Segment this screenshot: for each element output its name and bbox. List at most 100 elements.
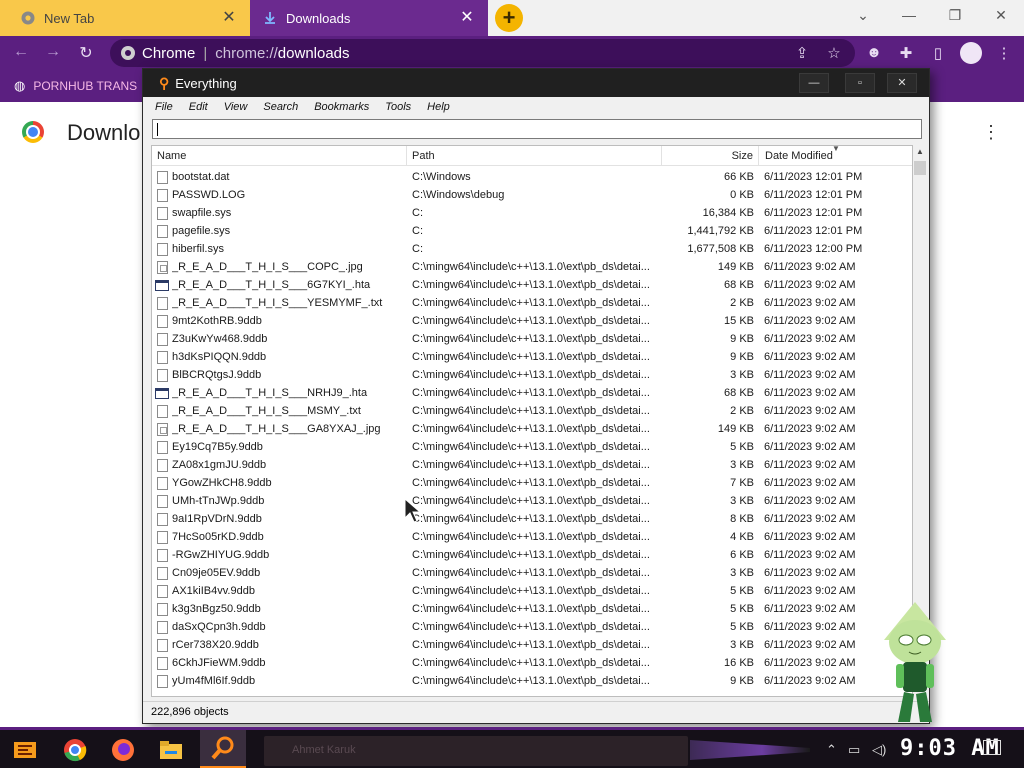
menu-icon[interactable]: ⋮ [994, 44, 1014, 62]
results-list[interactable]: Name Path Size Date Modified ▼ bootstat.… [151, 145, 913, 697]
file-name: _R_E_A_D___T_H_I_S___COPC_.jpg [172, 261, 363, 273]
file-icon [157, 243, 168, 256]
table-row[interactable]: daSxQCpn3h.9ddb C:\mingw64\include\c++\13… [152, 618, 912, 636]
tray-chevron-icon[interactable]: ⌃ [826, 742, 837, 758]
table-row[interactable]: PASSWD.LOG C:\Windows\debug 0 KB 6/11/2023 … [152, 186, 912, 204]
table-row[interactable]: 9aI1RpVDrN.9ddb C:\mingw64\include\c++\13… [152, 510, 912, 528]
file-path: C: [412, 207, 423, 219]
column-path[interactable]: Path [407, 146, 662, 166]
table-row[interactable]: _R_E_A_D___T_H_I_S___NRHJ9_.hta C:\mingw6… [152, 384, 912, 402]
minimize-icon[interactable]: — [886, 0, 932, 30]
table-row[interactable]: _R_E_A_D___T_H_I_S___YESMYMF_.txt C:\ming… [152, 294, 912, 312]
file-name: _R_E_A_D___T_H_I_S___6G7KYI_.hta [172, 279, 371, 291]
maximize-icon[interactable]: ▫ [845, 73, 875, 93]
menu-help[interactable]: Help [427, 101, 450, 113]
file-name: h3dKsPIQQN.9ddb [172, 351, 267, 363]
table-row[interactable]: _R_E_A_D___T_H_I_S___GA8YXAJ_.jpg C:\ming… [152, 420, 912, 438]
table-row[interactable]: _R_E_A_D___T_H_I_S___6G7KYI_.hta C:\mingw… [152, 276, 912, 294]
table-row[interactable]: ZA08x1gmJU.9ddb C:\mingw64\include\c++\13… [152, 456, 912, 474]
extension-avatar-icon[interactable]: ☻ [864, 44, 884, 61]
address-bar[interactable]: Chrome | chrome://downloads [110, 39, 855, 67]
window-title-bar[interactable]: ⚲ Everything — ▫ ✕ [143, 69, 929, 97]
close-icon[interactable]: ✕ [458, 9, 476, 27]
profile-avatar[interactable] [960, 42, 982, 64]
everything-taskbar-icon[interactable] [200, 730, 246, 768]
menu-search[interactable]: Search [263, 101, 298, 113]
table-row[interactable]: k3g3nBgz50.9ddb C:\mingw64\include\c++\13… [152, 600, 912, 618]
table-row[interactable]: YGowZHkCH8.9ddb C:\mingw64\include\c++\13… [152, 474, 912, 492]
new-tab-button[interactable]: + [495, 4, 523, 32]
start-menu-icon[interactable] [10, 736, 40, 764]
reload-icon[interactable]: ↻ [75, 43, 97, 63]
forward-icon[interactable]: → [42, 43, 64, 61]
file-path: C:\Windows [412, 171, 471, 183]
volume-icon[interactable]: ◁) [872, 742, 886, 758]
table-row[interactable]: -RGwZHIYUG.9ddb C:\mingw64\include\c++\13… [152, 546, 912, 564]
table-row[interactable]: hiberfil.sys C: 1,677,508 KB 6/11/2023 12:0… [152, 240, 912, 258]
bookmark-item[interactable]: ◍ PORNHUB TRANS [14, 78, 137, 94]
scroll-up-icon[interactable]: ▲ [913, 145, 927, 159]
menu-edit[interactable]: Edit [189, 101, 208, 113]
tab-new-tab[interactable]: New Tab ✕ [0, 0, 250, 36]
file-path: C:\mingw64\include\c++\13.1.0\ext\pb_ds\… [412, 531, 650, 543]
bookmark-star-icon[interactable]: ☆ [824, 44, 844, 62]
menu-bookmarks[interactable]: Bookmarks [314, 101, 369, 113]
network-icon[interactable]: ▭ [848, 742, 860, 758]
table-row[interactable]: Z3uKwYw468.9ddb C:\mingw64\include\c++\13… [152, 330, 912, 348]
menu-tools[interactable]: Tools [385, 101, 411, 113]
column-size[interactable]: Size [662, 146, 759, 166]
table-row[interactable]: swapfile.sys C: 16,384 KB 6/11/2023 12:01 P… [152, 204, 912, 222]
side-panel-icon[interactable]: ▯ [928, 44, 948, 62]
chrome-tab-icon [20, 10, 36, 26]
file-name: bootstat.dat [172, 171, 230, 183]
scroll-thumb[interactable] [914, 161, 926, 175]
share-icon[interactable]: ⇪ [792, 44, 812, 62]
file-name: 9mt2KothRB.9ddb [172, 315, 262, 327]
table-row[interactable]: Ey19Cq7B5y.9ddb C:\mingw64\include\c++\13… [152, 438, 912, 456]
close-icon[interactable]: ✕ [220, 9, 238, 27]
tab-downloads[interactable]: Downloads ✕ [250, 0, 488, 36]
table-row[interactable]: _R_E_A_D___T_H_I_S___MSMY_.txt C:\mingw64… [152, 402, 912, 420]
file-explorer-icon[interactable] [156, 736, 186, 764]
firefox-icon[interactable] [108, 736, 138, 764]
table-row[interactable]: AX1kiIB4vv.9ddb C:\mingw64\include\c++\13… [152, 582, 912, 600]
more-options-icon[interactable]: ⋮ [982, 122, 1000, 143]
search-input[interactable] [152, 119, 922, 139]
minimize-icon[interactable]: — [799, 73, 829, 93]
file-path: C:\mingw64\include\c++\13.1.0\ext\pb_ds\… [412, 279, 650, 291]
menu-file[interactable]: File [155, 101, 173, 113]
tab-search-icon[interactable]: ⌄ [840, 0, 886, 30]
table-row[interactable]: 7HcSo05rKD.9ddb C:\mingw64\include\c++\13… [152, 528, 912, 546]
table-row[interactable]: _R_E_A_D___T_H_I_S___COPC_.jpg C:\mingw64… [152, 258, 912, 276]
back-icon[interactable]: ← [10, 43, 32, 61]
table-row[interactable]: bootstat.dat C:\Windows 66 KB 6/11/2023 12:… [152, 168, 912, 186]
table-row[interactable]: pagefile.sys C: 1,441,792 KB 6/11/2023 12:0… [152, 222, 912, 240]
restore-icon[interactable]: ❐ [932, 0, 978, 30]
file-size: 15 KB [724, 315, 754, 327]
close-window-icon[interactable]: ✕ [978, 0, 1024, 30]
table-row[interactable]: Cn09je05EV.9ddb C:\mingw64\include\c++\13… [152, 564, 912, 582]
file-icon [157, 603, 168, 616]
column-name[interactable]: Name [152, 146, 407, 166]
file-date-modified: 6/11/2023 9:02 AM [764, 423, 856, 435]
close-icon[interactable]: ✕ [887, 73, 917, 93]
table-row[interactable]: yUm4fMl6If.9ddb C:\mingw64\include\c++\13… [152, 672, 912, 690]
file-name: swapfile.sys [172, 207, 232, 219]
url-path: downloads [277, 44, 350, 62]
file-name: Z3uKwYw468.9ddb [172, 333, 268, 345]
table-row[interactable]: 9mt2KothRB.9ddb C:\mingw64\include\c++\13… [152, 312, 912, 330]
file-size: 9 KB [730, 333, 754, 345]
file-date-modified: 6/11/2023 9:02 AM [764, 531, 856, 543]
table-row[interactable]: h3dKsPIQQN.9ddb C:\mingw64\include\c++\13… [152, 348, 912, 366]
file-date-modified: 6/11/2023 9:02 AM [764, 549, 856, 561]
chrome-icon[interactable] [60, 736, 90, 764]
table-row[interactable]: UMh-tTnJWp.9ddb C:\mingw64\include\c++\13… [152, 492, 912, 510]
table-row[interactable]: BlBCRQtgsJ.9ddb C:\mingw64\include\c++\13… [152, 366, 912, 384]
extensions-puzzle-icon[interactable]: ✚ [896, 44, 916, 62]
file-size: 6 KB [730, 549, 754, 561]
table-row[interactable]: rCer738X20.9ddb C:\mingw64\include\c++\13… [152, 636, 912, 654]
menu-view[interactable]: View [224, 101, 248, 113]
table-row[interactable]: 6CkhJFieWM.9ddb C:\mingw64\include\c++\13… [152, 654, 912, 672]
site-label: Chrome [142, 44, 196, 62]
notification-icon[interactable] [983, 740, 1001, 755]
